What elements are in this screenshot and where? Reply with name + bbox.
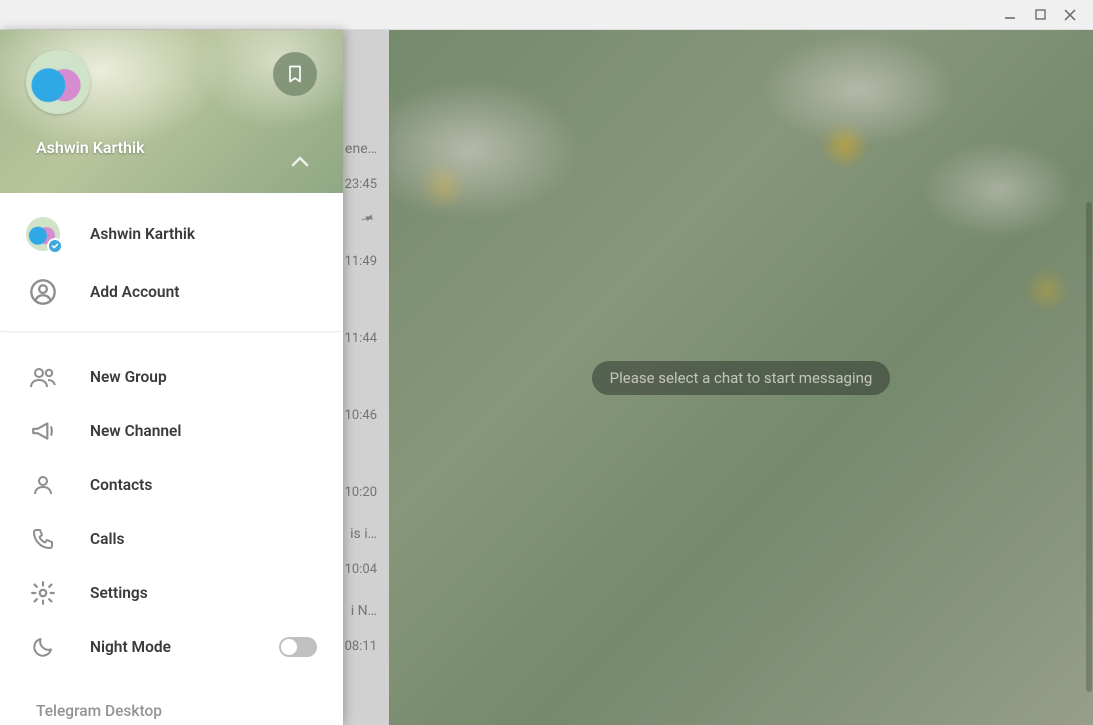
main-menu-drawer: Ashwin Karthik Ashwin Karthik Add Accoun… [0,30,343,725]
phone-icon [26,526,60,552]
menu-new-group[interactable]: New Group [0,350,343,404]
app-name-label: Telegram Desktop [36,702,307,720]
menu-section: New Group New Channel Contacts Calls [0,332,343,725]
menu-contacts[interactable]: Contacts [0,458,343,512]
minimize-button[interactable] [995,3,1025,27]
profile-name: Ashwin Karthik [36,138,145,157]
close-button[interactable] [1055,3,1085,27]
account-name: Ashwin Karthik [90,225,195,243]
accounts-toggle[interactable] [285,147,315,177]
window-titlebar [0,0,1093,30]
menu-label: New Channel [90,422,317,440]
moon-icon [26,634,60,660]
add-account-icon [26,275,60,309]
bookmark-icon [285,64,305,84]
menu-label: Contacts [90,476,317,494]
check-icon [47,238,63,254]
menu-label: Settings [90,584,317,602]
account-current[interactable]: Ashwin Karthik [0,205,343,263]
drawer-scrollbar[interactable] [1086,202,1092,692]
avatar [26,217,60,251]
saved-messages-button[interactable] [273,52,317,96]
drawer-header: Ashwin Karthik [0,30,343,193]
menu-new-channel[interactable]: New Channel [0,404,343,458]
menu-label: New Group [90,368,317,386]
person-icon [26,472,60,498]
night-mode-toggle[interactable] [279,637,317,657]
drawer-footer: Telegram Desktop Version 2.2 – About [0,694,343,725]
accounts-section: Ashwin Karthik Add Account [0,193,343,332]
avatar[interactable] [26,50,90,114]
add-account-button[interactable]: Add Account [0,263,343,321]
add-account-label: Add Account [90,283,179,301]
menu-label: Calls [90,530,317,548]
group-icon [26,364,60,390]
maximize-button[interactable] [1025,3,1055,27]
menu-night-mode[interactable]: Night Mode [0,620,343,674]
menu-label: Night Mode [90,638,249,656]
menu-calls[interactable]: Calls [0,512,343,566]
menu-settings[interactable]: Settings [0,566,343,620]
gear-icon [26,580,60,606]
megaphone-icon [26,418,60,444]
chevron-up-icon [288,150,312,174]
